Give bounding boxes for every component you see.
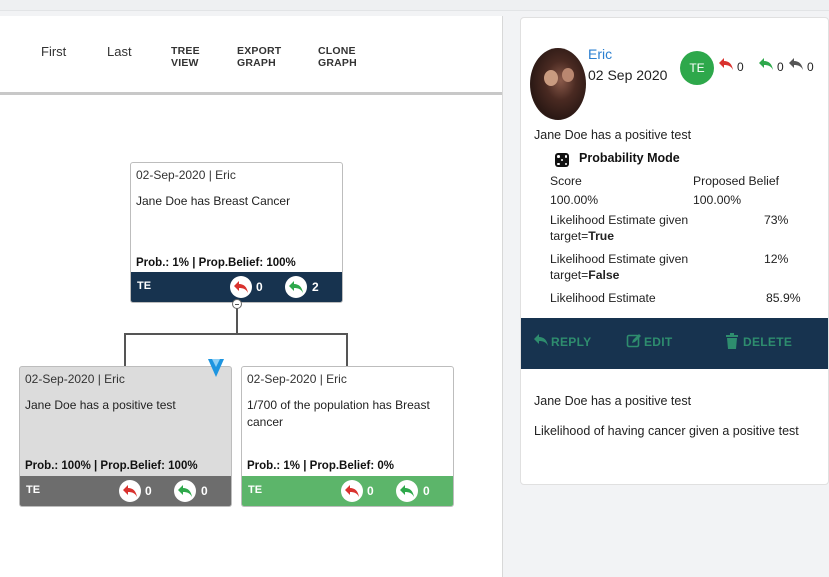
node-stats: Prob.: 1% | Prop.Belief: 0% [247,460,394,472]
disagree-reply-icon[interactable] [119,480,141,502]
agree-count: 0 [777,60,784,74]
first-button[interactable]: First [41,44,66,59]
disagree-count: 0 [256,280,263,294]
node-footer: TE 0 2 [131,272,342,302]
neutral-reply-icon[interactable] [788,57,804,71]
agree-reply-icon[interactable] [285,276,307,298]
agree-reply-icon[interactable] [174,480,196,502]
node-footer: TE 0 0 [242,476,453,506]
delete-button[interactable]: DELETE [726,333,792,349]
collapse-toggle[interactable] [232,299,242,309]
edit-icon [626,334,641,348]
dice-icon [555,153,569,167]
belief-label: Proposed Belief [693,174,780,188]
disagree-count: 0 [737,60,744,74]
tree-node-positive-test[interactable]: 02-Sep-2020 | Eric Jane Doe has a positi… [19,366,232,507]
tree-connector [124,333,348,335]
tree-node-root[interactable]: 02-Sep-2020 | Eric Jane Doe has Breast C… [130,162,343,303]
likelihood-false-value: 12% [764,252,789,266]
avatar [530,48,586,120]
likelihood-label: Likelihood Estimate [550,291,656,305]
node-header: 02-Sep-2020 | Eric [136,168,236,182]
tree-node-population[interactable]: 02-Sep-2020 | Eric 1/700 of the populati… [241,366,454,507]
agree-reply-icon[interactable] [396,480,418,502]
probability-mode-label: Probability Mode [579,151,680,165]
node-text: Jane Doe has a positive test [25,398,176,412]
disagree-count: 0 [145,484,152,498]
agree-count: 0 [423,484,430,498]
reply-icon [534,334,548,346]
export-graph-button[interactable]: EXPORT GRAPH [237,45,281,69]
node-text: 1/700 of the population has Breast cance… [247,398,430,429]
score-value: 100.00% [550,193,599,207]
likelihood-true-value: 73% [764,213,789,227]
detail-panel: Eric 02 Sep 2020 TE 0 0 0 Jane Doe has a… [520,17,829,485]
node-tag: TE [26,484,41,496]
reply-button[interactable]: REPLY [534,334,591,349]
panel-divider [502,16,503,577]
node-tag: TE [137,280,152,292]
trash-icon [726,333,738,349]
node-tag: TE [248,484,263,496]
disagree-reply-icon[interactable] [230,276,252,298]
belief-value: 100.00% [693,193,742,207]
post-date: 02 Sep 2020 [588,67,668,83]
tree-view-button[interactable]: TREE VIEW [171,45,200,69]
statement-text: Jane Doe has a positive test [534,128,692,142]
last-button[interactable]: Last [107,44,132,59]
node-stats: Prob.: 100% | Prop.Belief: 100% [25,460,198,472]
tree-connector [346,333,348,366]
clone-graph-button[interactable]: CLONE GRAPH [318,45,357,69]
graph-toolbar: First Last TREE VIEW EXPORT GRAPH CLONE … [0,16,502,95]
user-name-link[interactable]: Eric [588,46,612,62]
likelihood-true-label: Likelihood Estimate given target=True [550,213,689,243]
likelihood-value: 85.9% [766,291,801,305]
disagree-reply-icon[interactable] [341,480,363,502]
likelihood-false-label: Likelihood Estimate given target=False [550,252,689,282]
disagree-reply-icon[interactable] [718,57,734,71]
agree-reply-icon[interactable] [758,57,774,71]
node-header: 02-Sep-2020 | Eric [247,372,347,386]
disagree-count: 0 [367,484,374,498]
top-strip [0,0,829,11]
tree-connector [124,333,126,366]
comment-text: Likelihood of having cancer given a posi… [534,424,799,438]
neutral-count: 0 [807,60,814,74]
edit-button[interactable]: EDIT [626,334,673,349]
selected-marker-icon [208,359,224,377]
score-label: Score [550,174,582,188]
action-bar: REPLY EDIT DELETE [521,318,828,369]
agree-count: 0 [201,484,208,498]
node-footer: TE 0 0 [20,476,231,506]
te-badge: TE [680,51,714,85]
node-stats: Prob.: 1% | Prop.Belief: 100% [136,257,296,269]
node-text: Jane Doe has Breast Cancer [136,194,291,208]
comment-title: Jane Doe has a positive test [534,394,692,408]
agree-count: 2 [312,280,319,294]
node-header: 02-Sep-2020 | Eric [25,372,125,386]
